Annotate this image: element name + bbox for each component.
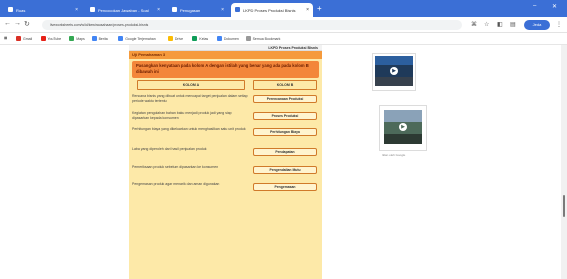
bookmark-label: Drive: [174, 36, 184, 41]
play-icon[interactable]: ▶: [390, 67, 398, 75]
page-content: LKPD Proses Produksi Bisnis Uji Pemahama…: [0, 45, 567, 279]
statement-text: Kegiatan pengolahan bahan baku menjadi p…: [132, 111, 232, 120]
scrollbar-thumb[interactable]: [563, 195, 565, 217]
bookmark-item[interactable]: Semua Bookmark: [245, 36, 281, 41]
bookmark-label: Maps: [76, 36, 85, 41]
statement-text: Perhitungan biaya yang dikeluarkan untuk…: [132, 127, 246, 131]
bookmark-favicon-icon: [16, 36, 21, 41]
answer-drop-box[interactable]: Pengendalian Mutu: [253, 166, 317, 174]
browser-toolbar: ← → ↻ liveworksheets.com/w/id/kewirausah…: [0, 17, 567, 33]
bookmark-favicon-icon: [192, 36, 198, 41]
new-tab-button[interactable]: +: [317, 4, 322, 13]
sidebar-ad-video-1[interactable]: ▶: [372, 53, 416, 91]
minimize-icon[interactable]: –: [533, 3, 536, 9]
browser-tab-strip: Ruas × Pencocokan Jawaban - Soal × Penugasan…: [0, 0, 567, 17]
browser-tab[interactable]: Pencocokan Jawaban - Soal ×: [86, 3, 164, 17]
tab-title: LKPD Proses Produksi Bisnis: [243, 7, 296, 13]
bookmark-label: Kelas: [199, 36, 209, 41]
answer-drop-box[interactable]: Pengemasan: [253, 183, 317, 191]
bookmark-item[interactable]: Drive: [167, 36, 184, 41]
tab-title: Pencocokan Jawaban - Soal: [98, 7, 149, 13]
statement-text: Pengemasan produk agar menarik dan aman …: [132, 182, 220, 186]
bookmark-label: Berita: [98, 36, 108, 41]
sidebar-ad-video-2[interactable]: ▶: [379, 105, 427, 151]
answer-drop-box[interactable]: Perencanaan Produksi: [253, 95, 317, 103]
back-icon[interactable]: ←: [4, 20, 11, 27]
answer-drop-box[interactable]: Pendapatan: [253, 148, 317, 156]
apps-icon[interactable]: ▦: [4, 36, 7, 40]
extensions-icon[interactable]: ◧: [497, 21, 503, 28]
answer-drop-box[interactable]: Proses Produksi: [253, 112, 317, 120]
sidepanel-icon[interactable]: ▤: [510, 21, 516, 28]
browser-tab[interactable]: Penugasan ×: [168, 3, 228, 17]
profile-button[interactable]: Jeda: [524, 20, 550, 30]
bookmark-item[interactable]: Kelas: [192, 36, 208, 41]
tab-close-icon[interactable]: ×: [157, 7, 160, 13]
tab-close-icon[interactable]: ×: [75, 7, 78, 13]
ad-video-thumbnail[interactable]: ▶: [375, 56, 413, 86]
tab-title: Penugasan: [180, 7, 201, 13]
translate-icon[interactable]: ⌘: [471, 21, 477, 28]
bookmark-label: Semua Bookmark: [252, 36, 281, 41]
menu-icon[interactable]: ⋮: [556, 21, 562, 28]
tab-title: Ruas: [16, 7, 26, 13]
bookmark-item[interactable]: Berita: [91, 36, 108, 41]
bookmark-item[interactable]: Maps: [69, 36, 85, 41]
reload-icon[interactable]: ↻: [24, 20, 30, 28]
column-a-header: KOLOM A: [137, 80, 245, 90]
worksheet-panel: LKPD Proses Produksi Bisnis Uji Pemahama…: [129, 45, 322, 279]
bookmark-item[interactable]: Google Terjemahan: [118, 36, 156, 41]
bookmark-star-icon[interactable]: ☆: [484, 21, 489, 28]
bookmark-favicon-icon: [167, 36, 173, 41]
close-window-icon[interactable]: ✕: [552, 3, 557, 10]
statement-text: Pemeriksaan produk sebelum dipasarkan ke…: [132, 165, 219, 169]
bookmark-label: Gmail: [23, 36, 33, 41]
tab-favicon-icon: [90, 7, 95, 12]
browser-tab[interactable]: LKPD Proses Produksi Bisnis ×: [231, 3, 313, 17]
page-scrollbar[interactable]: [561, 45, 567, 279]
address-bar[interactable]: liveworksheets.com/w/id/kewirausahaan/pr…: [42, 20, 462, 30]
bookmarks-bar: ▦ Gmail YouTube Maps Berita Google Terjemaha…: [0, 33, 567, 45]
statement-text: Rencana bisnis yang dibuat untuk mencapa…: [132, 94, 248, 103]
bookmark-favicon-icon: [40, 36, 46, 41]
bookmark-favicon-icon: [216, 36, 222, 41]
bookmark-favicon-icon: [245, 36, 251, 41]
forward-icon[interactable]: →: [14, 20, 21, 27]
bookmark-label: YouTube: [47, 36, 62, 41]
bookmark-favicon-icon: [69, 36, 75, 41]
bookmark-item[interactable]: Dokumen: [216, 36, 239, 41]
ad-caption: Iklan oleh Google: [382, 153, 406, 157]
answer-drop-box[interactable]: Perhitungan Biaya: [253, 128, 317, 136]
play-icon[interactable]: ▶: [399, 123, 407, 131]
ad-video-thumbnail[interactable]: ▶: [384, 110, 422, 144]
tab-close-icon[interactable]: ×: [221, 7, 224, 13]
browser-tab[interactable]: Ruas ×: [4, 3, 82, 17]
bookmark-label: Google Terjemahan: [125, 36, 156, 41]
bookmark-item[interactable]: Gmail: [16, 36, 32, 41]
tab-favicon-icon: [235, 7, 240, 12]
tab-favicon-icon: [8, 7, 13, 12]
instruction-box: Pasangkan kenyataan pada kolom A dengan …: [132, 61, 319, 78]
bookmark-favicon-icon: [118, 36, 124, 41]
tab-close-icon[interactable]: ×: [306, 7, 309, 13]
bookmark-item[interactable]: YouTube: [40, 36, 62, 41]
tab-favicon-icon: [172, 7, 177, 12]
statement-text: Laba yang diperoleh dari hasil penjualan…: [132, 147, 207, 151]
question-header: Uji Pemahaman 3: [129, 51, 322, 59]
column-b-header: KOLOM B: [253, 80, 317, 90]
bookmark-label: Dokumen: [223, 36, 239, 41]
bookmark-favicon-icon: [91, 36, 97, 41]
